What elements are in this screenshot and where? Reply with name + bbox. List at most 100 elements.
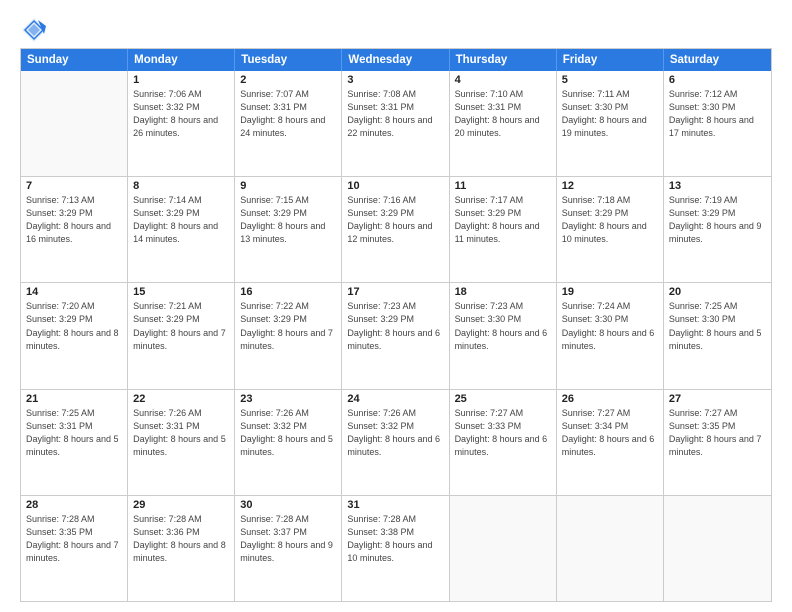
day-number: 26 <box>562 393 658 405</box>
day-number: 7 <box>26 180 122 192</box>
sun-info: Sunrise: 7:19 AMSunset: 3:29 PMDaylight:… <box>669 194 766 246</box>
sun-info: Sunrise: 7:20 AMSunset: 3:29 PMDaylight:… <box>26 300 122 352</box>
calendar-cell: 8 Sunrise: 7:14 AMSunset: 3:29 PMDaylight… <box>128 177 235 282</box>
calendar-row: 1 Sunrise: 7:06 AMSunset: 3:32 PMDaylight… <box>21 71 771 177</box>
calendar-cell: 15 Sunrise: 7:21 AMSunset: 3:29 PMDayligh… <box>128 283 235 388</box>
calendar-cell: 9 Sunrise: 7:15 AMSunset: 3:29 PMDaylight… <box>235 177 342 282</box>
calendar-cell: 16 Sunrise: 7:22 AMSunset: 3:29 PMDayligh… <box>235 283 342 388</box>
day-number: 24 <box>347 393 443 405</box>
sun-info: Sunrise: 7:23 AMSunset: 3:29 PMDaylight:… <box>347 300 443 352</box>
day-number: 12 <box>562 180 658 192</box>
calendar-cell: 19 Sunrise: 7:24 AMSunset: 3:30 PMDayligh… <box>557 283 664 388</box>
day-number: 16 <box>240 286 336 298</box>
sun-info: Sunrise: 7:22 AMSunset: 3:29 PMDaylight:… <box>240 300 336 352</box>
logo-icon <box>20 16 48 44</box>
day-number: 9 <box>240 180 336 192</box>
calendar-cell: 27 Sunrise: 7:27 AMSunset: 3:35 PMDayligh… <box>664 390 771 495</box>
sun-info: Sunrise: 7:15 AMSunset: 3:29 PMDaylight:… <box>240 194 336 246</box>
header <box>20 16 772 44</box>
calendar-cell <box>450 496 557 601</box>
calendar-cell: 7 Sunrise: 7:13 AMSunset: 3:29 PMDaylight… <box>21 177 128 282</box>
sun-info: Sunrise: 7:21 AMSunset: 3:29 PMDaylight:… <box>133 300 229 352</box>
day-number: 20 <box>669 286 766 298</box>
calendar-cell <box>664 496 771 601</box>
sun-info: Sunrise: 7:23 AMSunset: 3:30 PMDaylight:… <box>455 300 551 352</box>
sun-info: Sunrise: 7:27 AMSunset: 3:33 PMDaylight:… <box>455 407 551 459</box>
calendar-cell: 14 Sunrise: 7:20 AMSunset: 3:29 PMDayligh… <box>21 283 128 388</box>
day-number: 30 <box>240 499 336 511</box>
calendar-cell: 4 Sunrise: 7:10 AMSunset: 3:31 PMDaylight… <box>450 71 557 176</box>
day-number: 25 <box>455 393 551 405</box>
calendar-cell: 25 Sunrise: 7:27 AMSunset: 3:33 PMDayligh… <box>450 390 557 495</box>
sun-info: Sunrise: 7:28 AMSunset: 3:38 PMDaylight:… <box>347 513 443 565</box>
calendar-header-cell: Thursday <box>450 49 557 71</box>
calendar-header-cell: Wednesday <box>342 49 449 71</box>
calendar-cell: 21 Sunrise: 7:25 AMSunset: 3:31 PMDayligh… <box>21 390 128 495</box>
calendar-cell: 29Sunrise: 7:28 AMSunset: 3:36 PMDayligh… <box>128 496 235 601</box>
calendar-cell: 26 Sunrise: 7:27 AMSunset: 3:34 PMDayligh… <box>557 390 664 495</box>
day-number: 14 <box>26 286 122 298</box>
calendar-header-cell: Sunday <box>21 49 128 71</box>
calendar: SundayMondayTuesdayWednesdayThursdayFrid… <box>20 48 772 602</box>
sun-info: Sunrise: 7:28 AMSunset: 3:35 PMDaylight:… <box>26 513 122 565</box>
calendar-cell: 1 Sunrise: 7:06 AMSunset: 3:32 PMDaylight… <box>128 71 235 176</box>
day-number: 3 <box>347 74 443 86</box>
day-number: 11 <box>455 180 551 192</box>
calendar-row: 28Sunrise: 7:28 AMSunset: 3:35 PMDayligh… <box>21 496 771 601</box>
calendar-cell: 23Sunrise: 7:26 AMSunset: 3:32 PMDayligh… <box>235 390 342 495</box>
sun-info: Sunrise: 7:10 AMSunset: 3:31 PMDaylight:… <box>455 88 551 140</box>
sun-info: Sunrise: 7:28 AMSunset: 3:37 PMDaylight:… <box>240 513 336 565</box>
sun-info: Sunrise: 7:18 AMSunset: 3:29 PMDaylight:… <box>562 194 658 246</box>
calendar-cell: 6 Sunrise: 7:12 AMSunset: 3:30 PMDaylight… <box>664 71 771 176</box>
sun-info: Sunrise: 7:27 AMSunset: 3:35 PMDaylight:… <box>669 407 766 459</box>
day-number: 15 <box>133 286 229 298</box>
sun-info: Sunrise: 7:06 AMSunset: 3:32 PMDaylight:… <box>133 88 229 140</box>
calendar-row: 21 Sunrise: 7:25 AMSunset: 3:31 PMDayligh… <box>21 390 771 496</box>
calendar-header-cell: Saturday <box>664 49 771 71</box>
calendar-cell: 5Sunrise: 7:11 AMSunset: 3:30 PMDaylight… <box>557 71 664 176</box>
sun-info: Sunrise: 7:25 AMSunset: 3:30 PMDaylight:… <box>669 300 766 352</box>
sun-info: Sunrise: 7:12 AMSunset: 3:30 PMDaylight:… <box>669 88 766 140</box>
day-number: 21 <box>26 393 122 405</box>
sun-info: Sunrise: 7:24 AMSunset: 3:30 PMDaylight:… <box>562 300 658 352</box>
day-number: 6 <box>669 74 766 86</box>
calendar-header-cell: Tuesday <box>235 49 342 71</box>
day-number: 1 <box>133 74 229 86</box>
calendar-header: SundayMondayTuesdayWednesdayThursdayFrid… <box>21 49 771 71</box>
calendar-cell: 11 Sunrise: 7:17 AMSunset: 3:29 PMDayligh… <box>450 177 557 282</box>
calendar-cell: 3 Sunrise: 7:08 AMSunset: 3:31 PMDaylight… <box>342 71 449 176</box>
calendar-cell: 12 Sunrise: 7:18 AMSunset: 3:29 PMDayligh… <box>557 177 664 282</box>
day-number: 19 <box>562 286 658 298</box>
page: SundayMondayTuesdayWednesdayThursdayFrid… <box>0 0 792 612</box>
calendar-cell: 10 Sunrise: 7:16 AMSunset: 3:29 PMDayligh… <box>342 177 449 282</box>
sun-info: Sunrise: 7:07 AMSunset: 3:31 PMDaylight:… <box>240 88 336 140</box>
calendar-cell <box>21 71 128 176</box>
sun-info: Sunrise: 7:16 AMSunset: 3:29 PMDaylight:… <box>347 194 443 246</box>
calendar-cell: 20 Sunrise: 7:25 AMSunset: 3:30 PMDayligh… <box>664 283 771 388</box>
day-number: 10 <box>347 180 443 192</box>
calendar-cell: 17Sunrise: 7:23 AMSunset: 3:29 PMDayligh… <box>342 283 449 388</box>
sun-info: Sunrise: 7:28 AMSunset: 3:36 PMDaylight:… <box>133 513 229 565</box>
day-number: 27 <box>669 393 766 405</box>
sun-info: Sunrise: 7:27 AMSunset: 3:34 PMDaylight:… <box>562 407 658 459</box>
calendar-header-cell: Friday <box>557 49 664 71</box>
calendar-cell <box>557 496 664 601</box>
day-number: 8 <box>133 180 229 192</box>
calendar-body: 1 Sunrise: 7:06 AMSunset: 3:32 PMDaylight… <box>21 71 771 601</box>
sun-info: Sunrise: 7:17 AMSunset: 3:29 PMDaylight:… <box>455 194 551 246</box>
sun-info: Sunrise: 7:08 AMSunset: 3:31 PMDaylight:… <box>347 88 443 140</box>
calendar-cell: 18Sunrise: 7:23 AMSunset: 3:30 PMDayligh… <box>450 283 557 388</box>
sun-info: Sunrise: 7:26 AMSunset: 3:32 PMDaylight:… <box>240 407 336 459</box>
sun-info: Sunrise: 7:13 AMSunset: 3:29 PMDaylight:… <box>26 194 122 246</box>
sun-info: Sunrise: 7:26 AMSunset: 3:31 PMDaylight:… <box>133 407 229 459</box>
calendar-cell: 22 Sunrise: 7:26 AMSunset: 3:31 PMDayligh… <box>128 390 235 495</box>
sun-info: Sunrise: 7:11 AMSunset: 3:30 PMDaylight:… <box>562 88 658 140</box>
calendar-row: 7 Sunrise: 7:13 AMSunset: 3:29 PMDaylight… <box>21 177 771 283</box>
sun-info: Sunrise: 7:25 AMSunset: 3:31 PMDaylight:… <box>26 407 122 459</box>
calendar-cell: 28Sunrise: 7:28 AMSunset: 3:35 PMDayligh… <box>21 496 128 601</box>
day-number: 4 <box>455 74 551 86</box>
day-number: 22 <box>133 393 229 405</box>
sun-info: Sunrise: 7:14 AMSunset: 3:29 PMDaylight:… <box>133 194 229 246</box>
calendar-cell: 31 Sunrise: 7:28 AMSunset: 3:38 PMDayligh… <box>342 496 449 601</box>
day-number: 31 <box>347 499 443 511</box>
